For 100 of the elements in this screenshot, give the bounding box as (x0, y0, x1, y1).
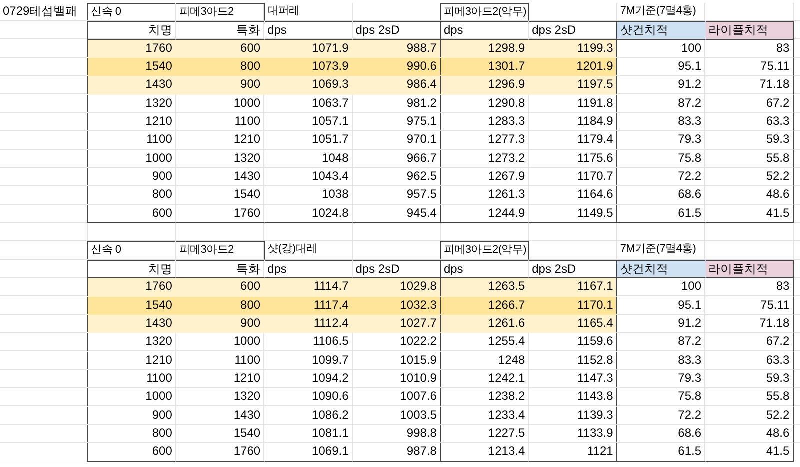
column-header: dps (440, 260, 530, 278)
table-cell: 100 (616, 278, 706, 296)
table-cell: 900 (87, 406, 176, 425)
table-cell: 1248 (440, 352, 530, 370)
group-header: 피메3아드2(악무) (440, 3, 530, 22)
column-header: 라이플치적 (706, 260, 794, 278)
table-cell-text: 1147.3 (576, 370, 614, 387)
table-cell: 68.6 (616, 186, 706, 205)
table-cell-text: 1007.6 (399, 388, 438, 406)
table-cell: 600 (176, 40, 265, 58)
table-cell-text: 1159.6 (576, 333, 614, 350)
table-cell: 1227.5 (440, 424, 530, 444)
table-cell: 1100 (87, 131, 176, 150)
table-cell-text: 1090.6 (311, 388, 350, 406)
table-cell: 1029.8 (352, 278, 441, 296)
table-cell: 1244.9 (440, 204, 530, 224)
table-cell-text: 1170.7 (576, 168, 614, 186)
table-cell: 900 (176, 314, 265, 334)
table-cell-text: 1081.1 (311, 424, 350, 442)
table-cell: 600 (87, 204, 176, 224)
table-cell: 1301.7 (440, 58, 530, 76)
table-cell: 800 (176, 58, 265, 76)
table-cell: 1100 (87, 370, 176, 388)
table-cell: 68.6 (616, 424, 706, 444)
table-cell: 1277.3 (440, 131, 530, 150)
table-cell: 1238.2 (440, 388, 530, 407)
group-header: 피메3아드2(악무) (440, 241, 530, 260)
table-cell: 600 (87, 443, 176, 462)
table-cell: 986.4 (352, 76, 441, 95)
table-cell: 1261.6 (440, 314, 530, 334)
table-cell-text: 1010.9 (399, 370, 438, 387)
table-cell: 83 (706, 278, 794, 296)
table-cell: 55.8 (706, 150, 794, 168)
table-cell: 1760 (176, 204, 265, 224)
table-cell: 1273.2 (440, 150, 530, 168)
table-cell: 72.2 (616, 168, 706, 186)
table-cell: 63.3 (706, 352, 794, 370)
table-cell: 1430 (87, 314, 176, 334)
table-cell-text: 1022.2 (399, 333, 438, 350)
table-cell: 1199.3 (529, 40, 618, 58)
table-cell-text: 1086.2 (311, 406, 350, 424)
group-header: 신속 0 (87, 241, 176, 260)
table-cell-text: 1143.8 (576, 388, 614, 406)
table-cell: 1283.3 (440, 113, 530, 132)
table-cell-text: 957.5 (406, 186, 438, 204)
table-cell: 71.18 (706, 314, 794, 334)
table-cell: 1320 (87, 333, 176, 352)
group-header: 7M기준(7멸4홍) (619, 4, 698, 19)
table-cell: 1540 (87, 296, 176, 315)
table-cell-text: 1000 (232, 333, 262, 350)
table-cell: 1760 (176, 443, 265, 462)
table-cell: 95.1 (616, 58, 706, 76)
column-header: 샷건치적 (616, 21, 706, 40)
table-cell-text: 1210 (232, 131, 262, 148)
column-header: 치명 (87, 260, 176, 278)
table-cell: 1069.1 (264, 443, 353, 462)
table-cell-text: 981.2 (406, 94, 438, 112)
table-cell: 1242.1 (440, 370, 530, 388)
table-cell: 1165.4 (529, 314, 618, 334)
table-cell-text: 1048 (321, 150, 350, 167)
table-cell-text: 1106.5 (312, 333, 350, 350)
table-cell: 1112.4 (264, 314, 353, 334)
table-cell: 67.2 (706, 333, 794, 352)
table-cell: 1000 (87, 150, 176, 168)
table-cell-text: 1000 (232, 94, 262, 112)
table-cell: 83.3 (616, 352, 706, 370)
table-cell: 900 (176, 76, 265, 95)
table-cell: 1073.9 (264, 58, 353, 76)
table-cell: 900 (87, 168, 176, 186)
column-header: 샷건치적 (616, 260, 706, 278)
table-cell: 75.11 (706, 296, 794, 315)
table-cell: 1320 (87, 94, 176, 114)
table-cell-text: 1210 (232, 370, 262, 387)
table-cell: 1000 (87, 388, 176, 407)
group-header: 샷(강)대레 (266, 242, 318, 258)
table-cell: 1027.7 (352, 314, 441, 334)
table-cell-text: 1100 (234, 352, 262, 369)
table-cell: 79.3 (616, 131, 706, 150)
table-cell-text: 1043.4 (311, 168, 350, 186)
table-cell: 600 (176, 278, 265, 296)
table-cell: 87.2 (616, 333, 706, 352)
table-cell: 48.6 (706, 424, 794, 444)
table-cell: 990.6 (352, 58, 441, 76)
table-cell-text: 1184.9 (576, 113, 614, 130)
table-cell: 61.5 (616, 204, 706, 224)
table-cell: 91.2 (616, 314, 706, 334)
table-cell: 75.8 (616, 388, 706, 407)
table-cell: 55.8 (706, 388, 794, 407)
table-cell: 72.2 (616, 406, 706, 425)
table-cell: 1266.7 (440, 296, 530, 315)
table-cell: 83.3 (616, 113, 706, 132)
table-cell: 52.2 (706, 406, 794, 425)
table-cell: 1233.4 (440, 406, 530, 425)
table-cell-text: 1540 (232, 424, 262, 442)
table-cell: 1170.1 (529, 296, 618, 315)
table-cell: 1201.9 (529, 58, 618, 76)
table-cell: 1540 (87, 58, 176, 76)
table-cell-text: 1152.8 (576, 352, 614, 369)
table-cell: 83 (706, 40, 794, 58)
table-cell-text: 998.8 (406, 424, 438, 442)
